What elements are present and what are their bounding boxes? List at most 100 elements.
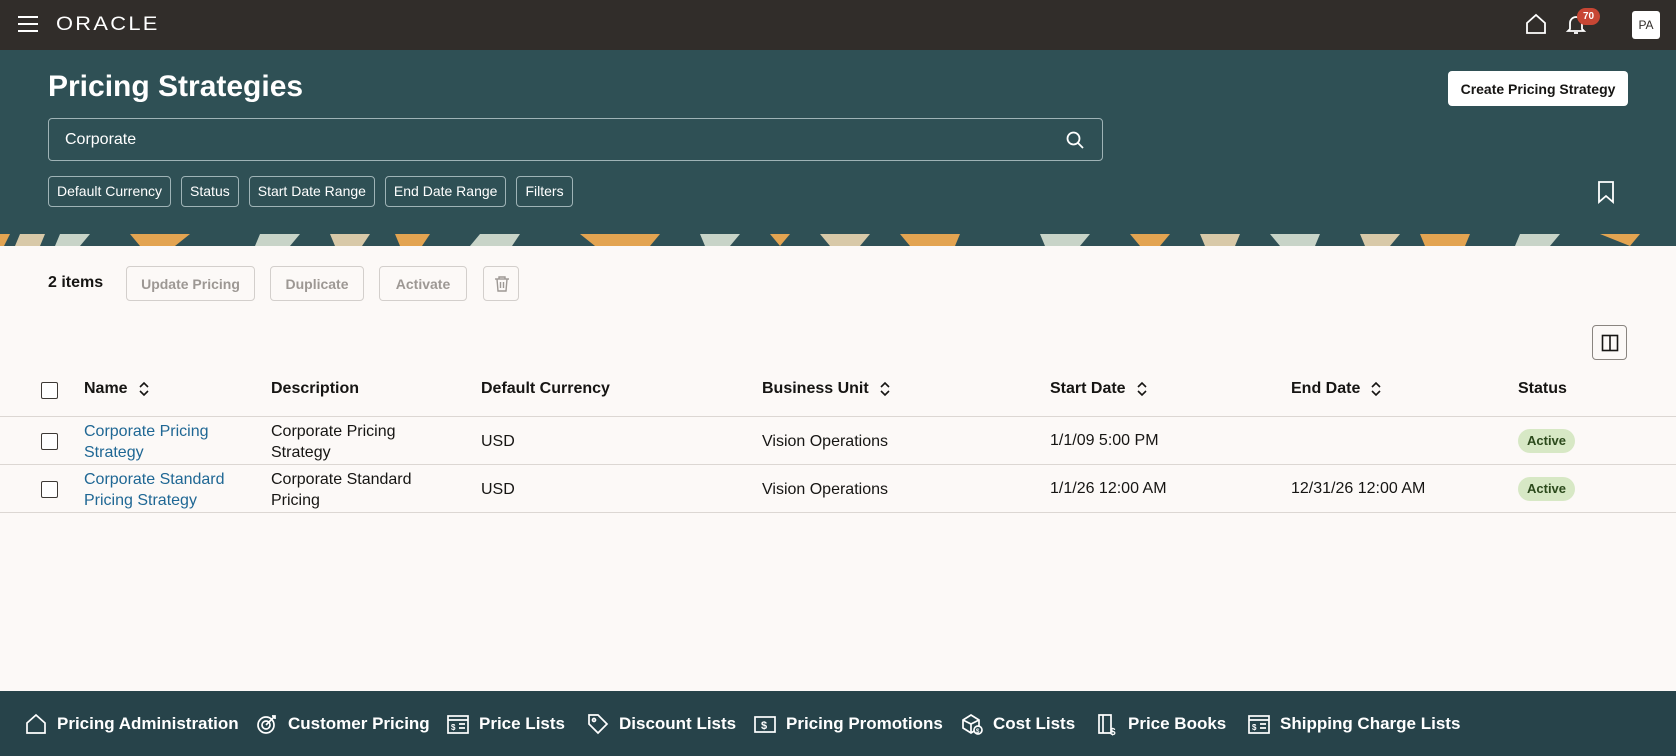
row-description: Corporate Pricing Strategy — [271, 421, 396, 463]
cost-icon: $ — [962, 713, 983, 735]
row-name-line: Corporate Standard — [84, 471, 225, 488]
row-currency: USD — [481, 481, 515, 498]
column-header-business-unit[interactable]: Business Unit — [762, 380, 891, 398]
nav-price-lists[interactable]: $ Price Lists — [446, 711, 565, 737]
nav-discount-lists[interactable]: Discount Lists — [586, 711, 736, 737]
row-description-line: Corporate Pricing — [271, 423, 396, 440]
create-pricing-strategy-button[interactable]: Create Pricing Strategy — [1448, 71, 1628, 106]
search-box — [48, 118, 1103, 161]
user-avatar[interactable]: PA — [1632, 11, 1660, 39]
row-name-link[interactable]: Corporate Standard Pricing Strategy — [84, 469, 225, 511]
status-badge: Active — [1518, 429, 1576, 453]
nav-price-books[interactable]: $ Price Books — [1095, 711, 1226, 737]
svg-text:$: $ — [1252, 723, 1257, 732]
svg-text:$: $ — [451, 723, 456, 732]
page-header: Pricing Strategies Create Pricing Strate… — [0, 50, 1676, 234]
filter-chip-default-currency[interactable]: Default Currency — [48, 176, 172, 207]
row-name-link[interactable]: Corporate Pricing Strategy — [84, 421, 209, 463]
oracle-logo: ORACLE — [56, 14, 160, 35]
nav-label: Shipping Charge Lists — [1280, 714, 1461, 733]
nav-label: Price Books — [1128, 714, 1227, 733]
column-header-start-date[interactable]: Start Date — [1050, 380, 1148, 398]
row-description-line: Corporate Standard — [271, 471, 412, 488]
manage-columns-button[interactable] — [1592, 325, 1627, 360]
decorative-banner — [0, 234, 1676, 246]
row-end-date: 12/31/26 12:00 AM — [1291, 480, 1426, 497]
nav-cost-lists[interactable]: $ Cost Lists — [960, 711, 1075, 737]
delete-button[interactable] — [483, 266, 519, 301]
row-business-unit: Vision Operations — [762, 481, 888, 498]
nav-pricing-promotions[interactable]: $ Pricing Promotions — [753, 711, 943, 737]
row-business-unit: Vision Operations — [762, 433, 888, 450]
column-header-label: Start Date — [1050, 380, 1126, 397]
select-all-checkbox[interactable] — [41, 382, 58, 399]
activate-button[interactable]: Activate — [379, 266, 467, 301]
price-list-icon: $ — [447, 715, 469, 734]
column-header-label: Name — [84, 380, 128, 397]
notification-badge: 70 — [1577, 8, 1600, 25]
columns-icon — [1601, 334, 1619, 352]
sort-icon[interactable] — [1136, 381, 1148, 397]
target-icon — [257, 715, 276, 734]
column-header-default-currency: Default Currency — [481, 380, 610, 398]
sort-icon[interactable] — [1370, 381, 1382, 397]
home-icon[interactable] — [1524, 12, 1548, 36]
bookmark-icon[interactable] — [1596, 180, 1616, 204]
row-start-date: 1/1/26 12:00 AM — [1050, 480, 1167, 497]
column-header-label: End Date — [1291, 380, 1361, 397]
dollar-icon: $ — [754, 716, 776, 733]
update-pricing-button[interactable]: Update Pricing — [126, 266, 255, 301]
top-bar: ORACLE 70 PA — [0, 0, 1676, 50]
svg-text:$: $ — [761, 720, 767, 732]
row-currency: USD — [481, 433, 515, 450]
home-icon — [26, 713, 46, 734]
column-header-label: Business Unit — [762, 380, 869, 397]
row-divider — [0, 512, 1676, 513]
row-description: Corporate Standard Pricing — [271, 469, 412, 511]
bottom-navigation: Pricing Administration Customer Pricing … — [0, 691, 1676, 756]
row-checkbox[interactable] — [41, 433, 58, 450]
row-divider — [0, 416, 1676, 417]
nav-label: Cost Lists — [993, 714, 1076, 733]
filter-chips: Default Currency Status Start Date Range… — [48, 176, 573, 207]
search-input[interactable] — [65, 119, 1045, 160]
column-header-description: Description — [271, 380, 359, 398]
svg-text:$: $ — [1110, 727, 1116, 736]
row-name-line: Pricing Strategy — [84, 492, 197, 509]
row-checkbox[interactable] — [41, 481, 58, 498]
column-header-label: Status — [1518, 380, 1567, 397]
column-header-end-date[interactable]: End Date — [1291, 380, 1382, 398]
nav-label: Pricing Administration — [57, 714, 239, 733]
nav-label: Pricing Promotions — [786, 714, 943, 733]
nav-label: Discount Lists — [619, 714, 737, 733]
filter-chip-filters[interactable]: Filters — [516, 176, 573, 207]
column-header-label: Description — [271, 380, 360, 397]
filter-chip-start-date-range[interactable]: Start Date Range — [248, 176, 375, 207]
filter-chip-end-date-range[interactable]: End Date Range — [384, 176, 507, 207]
shipping-icon: $ — [1248, 715, 1270, 734]
search-icon[interactable] — [1065, 130, 1085, 150]
item-count: 2 items — [48, 274, 104, 291]
nav-label: Price Lists — [479, 714, 565, 733]
trash-icon — [495, 276, 509, 292]
status-badge: Active — [1518, 477, 1576, 501]
column-header-label: Default Currency — [481, 380, 610, 397]
sort-icon[interactable] — [879, 381, 891, 397]
nav-shipping-charge-lists[interactable]: $ Shipping Charge Lists — [1247, 711, 1460, 737]
row-description-line: Pricing — [271, 492, 320, 509]
filter-chip-status[interactable]: Status — [181, 176, 239, 207]
nav-pricing-administration[interactable]: Pricing Administration — [24, 711, 239, 737]
tag-icon — [588, 714, 609, 735]
row-description-line: Strategy — [271, 444, 331, 461]
row-start-date: 1/1/09 5:00 PM — [1050, 432, 1159, 449]
row-divider — [0, 464, 1676, 465]
price-book-icon: $ — [1098, 714, 1116, 736]
nav-customer-pricing[interactable]: Customer Pricing — [255, 711, 430, 737]
row-name-line: Corporate Pricing — [84, 423, 209, 440]
sort-icon[interactable] — [138, 381, 150, 397]
menu-icon[interactable] — [18, 16, 38, 33]
nav-label: Customer Pricing — [288, 714, 430, 733]
duplicate-button[interactable]: Duplicate — [270, 266, 364, 301]
column-header-name[interactable]: Name — [84, 380, 150, 398]
row-name-line: Strategy — [84, 444, 144, 461]
